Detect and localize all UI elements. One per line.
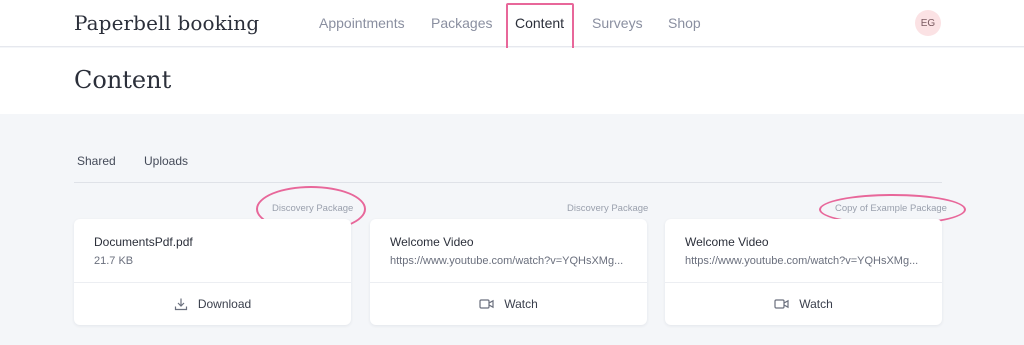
- nav-appointments[interactable]: Appointments: [319, 15, 405, 31]
- content-card-document: DocumentsPdf.pdf 21.7 KB Download: [74, 219, 351, 325]
- tab-shared[interactable]: Shared: [77, 154, 116, 168]
- nav-surveys[interactable]: Surveys: [592, 15, 643, 31]
- watch-button[interactable]: Watch: [370, 283, 647, 325]
- watch-label: Watch: [799, 297, 833, 311]
- page-header: Content: [0, 48, 1024, 114]
- card-2-package-label: Discovery Package: [567, 203, 649, 214]
- watch-button[interactable]: Watch: [665, 283, 942, 325]
- nav-shop[interactable]: Shop: [668, 15, 701, 31]
- download-button[interactable]: Download: [74, 283, 351, 325]
- card-title: DocumentsPdf.pdf: [94, 235, 193, 249]
- avatar-initials: EG: [920, 17, 936, 29]
- tab-uploads[interactable]: Uploads: [144, 154, 188, 168]
- video-camera-icon: [774, 298, 789, 310]
- card-title: Welcome Video: [685, 235, 769, 249]
- card-video-url[interactable]: https://www.youtube.com/watch?v=YQHsXMg.…: [390, 255, 630, 267]
- page-title: Content: [74, 66, 172, 94]
- download-label: Download: [197, 297, 252, 311]
- card-title: Welcome Video: [390, 235, 474, 249]
- video-camera-icon: [479, 298, 494, 310]
- brand-logo-text[interactable]: Paperbell booking: [74, 11, 259, 35]
- card-video-url[interactable]: https://www.youtube.com/watch?v=YQHsXMg.…: [685, 255, 925, 267]
- card-file-size: 21.7 KB: [94, 255, 134, 267]
- watch-label: Watch: [504, 297, 538, 311]
- user-avatar[interactable]: EG: [915, 10, 941, 36]
- nav-packages[interactable]: Packages: [431, 15, 492, 31]
- content-card-video: Welcome Video https://www.youtube.com/wa…: [370, 219, 647, 325]
- content-card-video: Welcome Video https://www.youtube.com/wa…: [665, 219, 942, 325]
- tabs-divider: [74, 182, 942, 183]
- download-icon: [174, 297, 188, 311]
